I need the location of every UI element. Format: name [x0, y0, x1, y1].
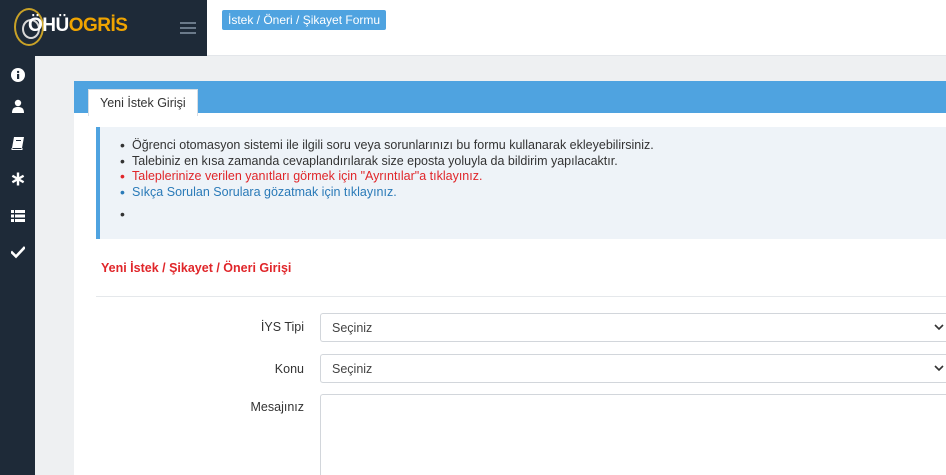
request-panel: Yeni İstek Girişi Öğrenci otomasyon sist… — [74, 81, 946, 475]
info-item-empty — [120, 207, 946, 223]
info-item: Talebiniz en kısa zamanda cevaplandırıla… — [120, 154, 946, 170]
chevron-down-icon — [934, 324, 944, 331]
check-icon — [10, 246, 25, 259]
iys-type-select[interactable]: Seçiniz — [320, 313, 946, 342]
subject-value: Seçiniz — [332, 362, 373, 376]
list-icon — [10, 210, 25, 222]
sidebar-item-approve[interactable] — [0, 240, 35, 264]
info-icon — [10, 68, 25, 82]
iys-type-label: İYS Tipi — [260, 320, 304, 334]
tab-new-request[interactable]: Yeni İstek Girişi — [88, 89, 198, 116]
iys-type-value: Seçiniz — [332, 321, 373, 335]
asterisk-icon — [11, 172, 24, 186]
message-textarea[interactable] — [320, 394, 946, 475]
sidebar-item-special[interactable] — [0, 167, 35, 191]
brand-area: ÖHÜOGRİS — [0, 0, 207, 56]
sidebar-item-courses[interactable] — [0, 131, 35, 155]
sidebar-item-profile[interactable] — [0, 94, 35, 118]
logo-suffix: OGRİS — [68, 15, 128, 36]
subject-select[interactable]: Seçiniz — [320, 354, 946, 383]
section-title: Yeni İstek / Şikayet / Öneri Girişi — [101, 261, 292, 275]
sidebar-item-info[interactable] — [0, 63, 35, 87]
sidebar-item-list[interactable] — [0, 204, 35, 228]
top-bar: ÖHÜOGRİS İstek / Öneri / Şikayet Formu — [0, 0, 946, 56]
breadcrumb[interactable]: İstek / Öneri / Şikayet Formu — [222, 10, 387, 30]
hamburger-menu-icon[interactable] — [180, 22, 196, 34]
info-item: Öğrenci otomasyon sistemi ile ilgili sor… — [120, 138, 946, 154]
user-icon — [11, 99, 24, 113]
info-list: Öğrenci otomasyon sistemi ile ilgili sor… — [100, 127, 946, 223]
divider — [96, 296, 946, 297]
chevron-down-icon — [934, 365, 944, 372]
logo-prefix: ÖHÜ — [28, 15, 69, 36]
subject-label: Konu — [274, 362, 304, 376]
sidebar — [0, 56, 35, 475]
book-icon — [11, 137, 24, 150]
details-link[interactable]: Taleplerinize verilen yanıtları görmek i… — [120, 169, 946, 185]
message-label: Mesajınız — [250, 400, 305, 414]
faq-link[interactable]: Sıkça Sorulan Sorulara gözatmak için tık… — [120, 185, 946, 201]
logo[interactable]: ÖHÜOGRİS — [28, 15, 128, 37]
info-box: Öğrenci otomasyon sistemi ile ilgili sor… — [96, 127, 946, 239]
panel-header: Yeni İstek Girişi — [74, 81, 946, 116]
